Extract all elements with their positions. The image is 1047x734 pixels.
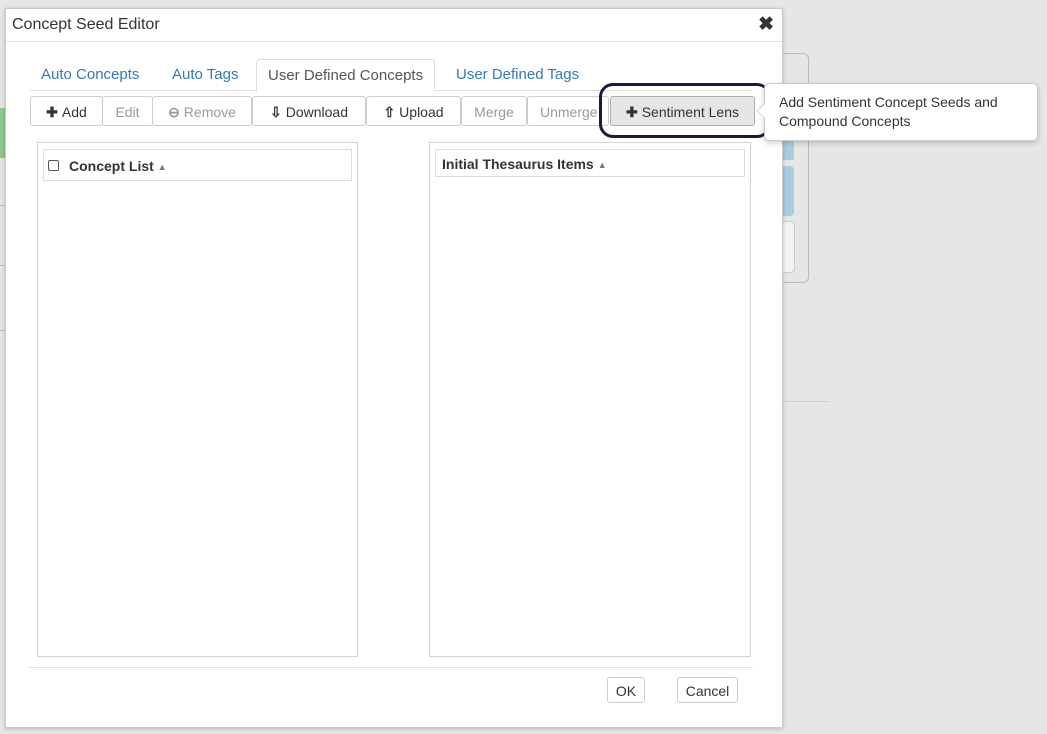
select-all-checkbox[interactable] (48, 160, 59, 171)
concept-list-label: Concept List (69, 158, 154, 174)
upload-button[interactable]: ⇧ Upload (366, 96, 461, 126)
plus-icon: ✚ (46, 104, 58, 120)
minus-circle-icon: ⊖ (168, 104, 180, 120)
add-button[interactable]: ✚ Add (30, 96, 103, 126)
upload-button-label: Upload (399, 104, 444, 120)
download-button[interactable]: ⇩ Download (252, 96, 366, 126)
download-button-label: Download (285, 104, 348, 120)
plus-icon: ✚ (625, 104, 638, 120)
thesaurus-panel: Initial Thesaurus Items ▲ (429, 142, 751, 657)
concept-list-title: Concept List ▲ (69, 158, 167, 174)
cancel-button[interactable]: Cancel (677, 677, 738, 703)
thesaurus-header[interactable]: Initial Thesaurus Items ▲ (435, 149, 745, 177)
background-divider (780, 401, 828, 402)
sort-asc-icon[interactable]: ▲ (598, 160, 607, 170)
concept-list-header[interactable]: Concept List ▲ (43, 149, 352, 181)
sort-asc-icon[interactable]: ▲ (158, 162, 167, 172)
unmerge-button[interactable]: Unmerge (527, 96, 609, 126)
sentiment-lens-tooltip: Add Sentiment Concept Seeds and Compound… (757, 83, 1038, 141)
unmerge-button-label: Unmerge (540, 104, 598, 120)
thesaurus-label: Initial Thesaurus Items (442, 156, 594, 172)
ok-button[interactable]: OK (607, 677, 645, 703)
tooltip-line-1: Add Sentiment Concept Seeds and (779, 94, 998, 110)
upload-icon: ⇧ (383, 104, 396, 120)
dialog-title: Concept Seed Editor (12, 16, 160, 33)
dialog-title-bar: Concept Seed Editor ✖ (6, 9, 782, 42)
tab-user-defined-tags[interactable]: User Defined Tags (445, 59, 590, 89)
footer-divider (28, 667, 753, 668)
edit-button[interactable]: Edit (102, 96, 153, 126)
merge-button[interactable]: Merge (461, 96, 527, 126)
add-button-label: Add (61, 104, 87, 120)
thesaurus-title: Initial Thesaurus Items ▲ (442, 156, 607, 172)
close-icon[interactable]: ✖ (758, 13, 774, 36)
download-icon: ⇩ (270, 104, 282, 120)
merge-button-label: Merge (474, 104, 514, 120)
remove-button-label: Remove (183, 104, 236, 120)
tooltip-line-2: Compound Concepts (779, 113, 911, 129)
concept-list-panel: Concept List ▲ (37, 142, 358, 657)
tab-user-defined-concepts[interactable]: User Defined Concepts (256, 59, 436, 92)
concept-seed-editor-dialog: Concept Seed Editor ✖ Auto Concepts Auto… (5, 8, 783, 728)
tab-auto-tags[interactable]: Auto Tags (161, 59, 249, 89)
remove-button[interactable]: ⊖ Remove (152, 96, 252, 126)
sentiment-lens-button[interactable]: ✚ Sentiment Lens (610, 96, 755, 126)
sentiment-lens-button-label: Sentiment Lens (641, 104, 740, 120)
tab-bar: Auto Concepts Auto Tags User Defined Con… (30, 59, 752, 92)
edit-button-label: Edit (115, 104, 140, 120)
tab-auto-concepts[interactable]: Auto Concepts (30, 59, 150, 89)
